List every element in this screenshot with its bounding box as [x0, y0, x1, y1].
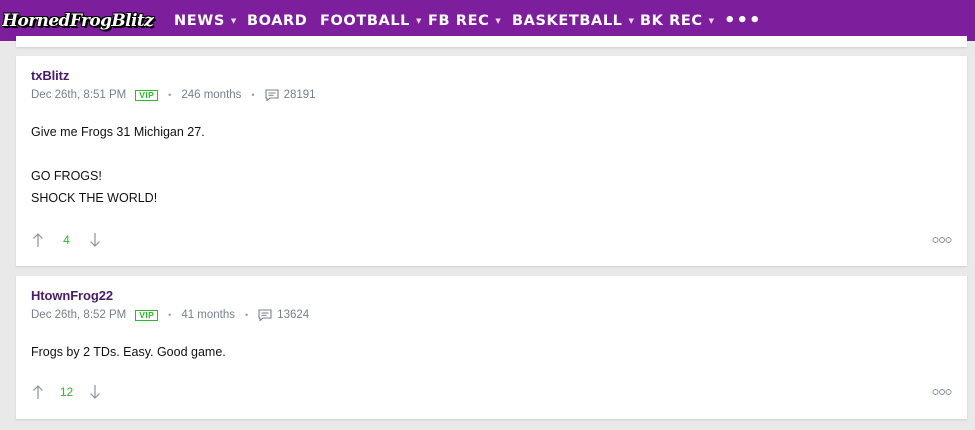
nav-item-label: NEWS: [174, 12, 225, 29]
forum-post: HtownFrog22 Dec 26th, 8:52 PM VIP • 41 m…: [16, 276, 967, 419]
vote-controls: 12: [31, 384, 102, 400]
post-body: Frogs by 2 TDs. Easy. Good game.: [31, 341, 226, 363]
nav-item-basketball[interactable]: BASKETBALL ▼: [512, 0, 635, 41]
separator-dot: •: [245, 310, 249, 320]
post-count: 13624: [277, 309, 310, 321]
vote-controls: 4: [31, 232, 102, 248]
message-icon: [265, 89, 279, 101]
nav-item-label: BASKETBALL: [512, 12, 623, 29]
more-options-icon[interactable]: [932, 386, 952, 398]
vote-score: 4: [63, 233, 70, 247]
arrow-up-icon[interactable]: [31, 232, 45, 248]
post-author[interactable]: HtownFrog22: [31, 288, 113, 303]
nav-item-label: FB REC: [428, 12, 490, 29]
post-body-line: [31, 143, 205, 165]
previous-post-card: [16, 36, 967, 47]
more-horizontal-icon: •••: [724, 9, 762, 31]
post-body-line: Give me Frogs 31 Michigan 27.: [31, 125, 205, 139]
site-logo[interactable]: HornedFrogBlitz: [2, 8, 158, 34]
arrow-down-icon[interactable]: [88, 384, 102, 400]
nav-item-label: BOARD: [247, 12, 308, 29]
separator-dot: •: [168, 310, 172, 320]
member-tenure: 246 months: [181, 89, 242, 101]
post-meta: Dec 26th, 8:52 PM VIP • 41 months • 1362…: [31, 309, 309, 321]
more-options-icon[interactable]: [932, 234, 952, 246]
forum-post: txBlitz Dec 26th, 8:51 PM VIP • 246 mont…: [16, 56, 967, 266]
separator-dot: •: [168, 90, 172, 100]
nav-item-board[interactable]: BOARD: [247, 0, 307, 41]
nav-item-fb-rec[interactable]: FB REC ▼: [428, 0, 501, 41]
post-body: Give me Frogs 31 Michigan 27. GO FROGS! …: [31, 121, 205, 209]
post-meta: Dec 26th, 8:51 PM VIP • 246 months • 281…: [31, 89, 316, 101]
post-body-line: SHOCK THE WORLD!: [31, 191, 158, 205]
vote-score: 12: [59, 385, 74, 399]
nav-more-button[interactable]: •••: [724, 0, 762, 41]
chevron-down-icon: ▼: [230, 16, 237, 25]
nav-item-news[interactable]: NEWS ▼: [174, 0, 237, 41]
vip-badge: VIP: [135, 89, 159, 101]
top-navigation: HornedFrogBlitz NEWS ▼ BOARD FOOTBALL ▼ …: [0, 0, 975, 41]
chevron-down-icon: ▼: [708, 16, 715, 25]
nav-item-football[interactable]: FOOTBALL ▼: [320, 0, 422, 41]
post-body-line: GO FROGS!: [31, 169, 102, 183]
arrow-up-icon[interactable]: [31, 384, 45, 400]
post-date[interactable]: Dec 26th, 8:52 PM: [31, 309, 126, 321]
post-body-line: Frogs by 2 TDs. Easy. Good game.: [31, 345, 226, 359]
nav-item-bk-rec[interactable]: BK REC ▼: [640, 0, 715, 41]
chevron-down-icon: ▼: [416, 16, 422, 25]
post-author[interactable]: txBlitz: [31, 68, 69, 83]
member-tenure: 41 months: [181, 309, 236, 321]
post-date[interactable]: Dec 26th, 8:51 PM: [31, 89, 126, 101]
separator-dot: •: [251, 90, 255, 100]
chevron-down-icon: ▼: [495, 16, 502, 25]
nav-item-label: FOOTBALL: [320, 12, 411, 29]
post-count: 28191: [283, 89, 316, 101]
chevron-down-icon: ▼: [628, 16, 635, 25]
arrow-down-icon[interactable]: [88, 232, 102, 248]
message-icon: [258, 309, 272, 321]
vip-badge: VIP: [135, 309, 159, 321]
nav-item-label: BK REC: [640, 12, 703, 29]
